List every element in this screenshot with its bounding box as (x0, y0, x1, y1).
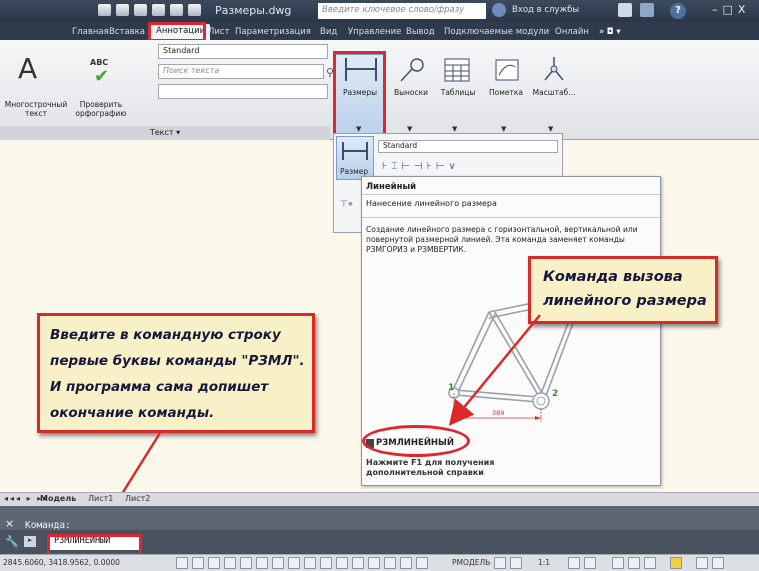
auto-scale[interactable] (584, 557, 596, 569)
isolate-objects[interactable] (670, 557, 682, 569)
sheet-tab-layout2[interactable]: Лист2 (125, 494, 150, 503)
close-icon[interactable]: × (5, 517, 14, 530)
status-bar: 2845.6060, 3418.9562, 0.0000 РМОДЕЛЬ 1:1 (0, 554, 759, 571)
sheet-tab-layout1[interactable]: Лист1 (88, 494, 113, 503)
polar-toggle[interactable] (224, 557, 236, 569)
clean-screen[interactable] (712, 557, 724, 569)
status-menu[interactable] (696, 557, 708, 569)
sc-toggle[interactable] (368, 557, 380, 569)
am-toggle[interactable] (384, 557, 396, 569)
workspace-switch[interactable] (612, 557, 624, 569)
tpy-toggle[interactable] (336, 557, 348, 569)
snap-toggle[interactable] (176, 557, 188, 569)
otrack-toggle[interactable] (272, 557, 284, 569)
dyn-toggle[interactable] (304, 557, 316, 569)
arrow-to-command (448, 314, 541, 426)
coordinates-readout: 2845.6060, 3418.9562, 0.0000 (3, 558, 120, 567)
quick-view-drawings[interactable] (510, 557, 522, 569)
hardware-accel[interactable] (644, 557, 656, 569)
annotation-scale[interactable]: 1:1 (538, 558, 550, 567)
cycle-toggle[interactable] (400, 557, 412, 569)
annotation-arrows (92, 314, 541, 542)
grid-toggle[interactable] (192, 557, 204, 569)
wrench-icon[interactable]: 🔧 (5, 535, 19, 548)
ortho-toggle[interactable] (208, 557, 220, 569)
lwt-toggle[interactable] (320, 557, 332, 569)
isolate-toggle[interactable] (416, 557, 428, 569)
command-input-highlight (47, 534, 142, 556)
sheet-tabs: ◂◂◂ ▸ ▸▸ Модель Лист1 Лист2 (0, 492, 759, 506)
command-prompt-icon[interactable]: ▸ (24, 536, 36, 547)
quick-view-layouts[interactable] (494, 557, 506, 569)
annotation-visibility[interactable] (568, 557, 580, 569)
osnap-toggle[interactable] (240, 557, 252, 569)
qp-toggle[interactable] (352, 557, 364, 569)
ducs-toggle[interactable] (288, 557, 300, 569)
3dosnap-toggle[interactable] (256, 557, 268, 569)
lock-ui[interactable] (628, 557, 640, 569)
sheet-tab-model[interactable]: Модель (40, 494, 76, 503)
model-toggle[interactable]: РМОДЕЛЬ (452, 558, 490, 567)
